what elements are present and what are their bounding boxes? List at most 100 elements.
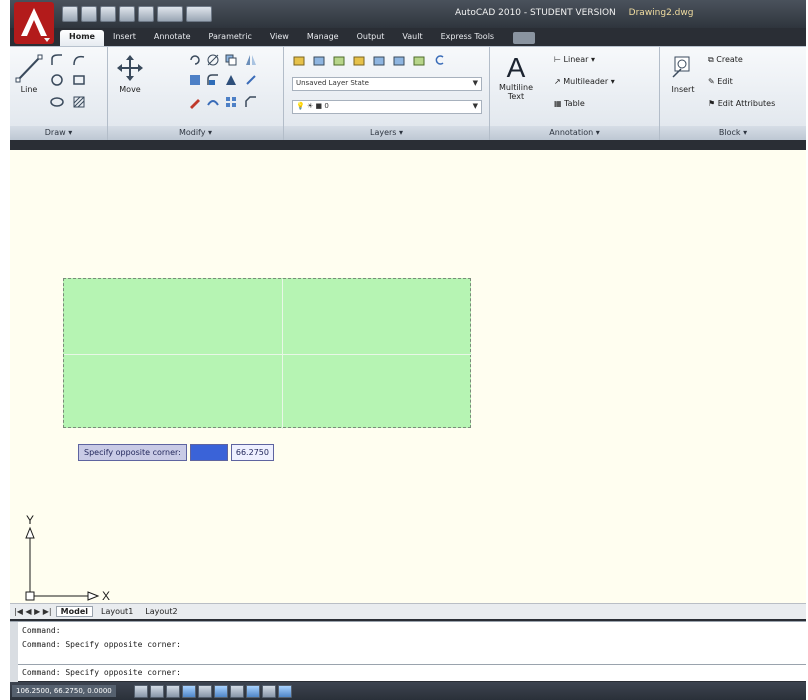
coordinate-display[interactable]: 106.2500, 66.2750, 0.0000 [12, 685, 116, 697]
selection-window [63, 278, 472, 429]
layer-walk-icon[interactable] [412, 53, 426, 67]
layer-properties-icon[interactable] [292, 53, 306, 67]
create-block-icon: ⧉ [708, 55, 714, 64]
undo-icon[interactable] [119, 6, 135, 22]
ribbon-separator [10, 140, 806, 150]
rectangle-icon[interactable] [72, 73, 86, 87]
layer-off-icon[interactable] [352, 53, 366, 67]
layers-panel-title[interactable]: Layers ▾ [284, 126, 489, 141]
current-layer-value: 0 [324, 102, 329, 110]
tab-layout2[interactable]: Layout2 [141, 607, 181, 616]
chamfer-icon[interactable] [244, 95, 258, 109]
layer-freeze-icon[interactable] [372, 53, 386, 67]
tab-insert[interactable]: Insert [104, 30, 145, 46]
dyn-icon[interactable] [245, 684, 260, 698]
snap-icon[interactable] [133, 684, 148, 698]
modify-panel-title[interactable]: Modify ▾ [108, 126, 283, 141]
drawing-area[interactable]: Specify opposite corner: 66.2750 Y X [10, 150, 806, 603]
document-name: Drawing2.dwg [628, 8, 694, 18]
array-icon[interactable] [224, 95, 238, 109]
explode-icon[interactable] [224, 73, 238, 87]
table-button[interactable]: ▦ Table [554, 99, 585, 108]
trim-icon[interactable] [206, 53, 220, 67]
block-panel-title[interactable]: Block ▾ [660, 126, 806, 141]
dynamic-input-x-field[interactable] [189, 444, 228, 461]
new-icon[interactable] [62, 6, 78, 22]
layer-previous-icon[interactable] [432, 53, 446, 67]
dynamic-input-prompt: Specify opposite corner: [78, 444, 187, 461]
hatch-icon[interactable] [72, 95, 86, 109]
multiline-text-button[interactable]: A Multiline Text [496, 51, 536, 101]
command-input[interactable]: Command: Specify opposite corner: [18, 664, 806, 680]
open-icon[interactable] [81, 6, 97, 22]
fillet-icon[interactable] [206, 73, 220, 87]
application-menu-button[interactable] [14, 2, 54, 44]
ucs-icon: Y X [25, 513, 110, 602]
line-tool-button[interactable]: Line [14, 53, 44, 94]
command-input-text: Command: Specify opposite corner: [22, 668, 181, 677]
edit-block-icon: ✎ [708, 77, 715, 86]
tab-vault[interactable]: Vault [393, 30, 431, 46]
color-swatch-icon: ■ [315, 102, 323, 110]
ducs-icon[interactable] [229, 684, 244, 698]
workspace-icon[interactable] [186, 6, 212, 22]
tab-annotate[interactable]: Annotate [145, 30, 200, 46]
command-line-grip[interactable] [10, 622, 18, 682]
tab-layout1[interactable]: Layout1 [97, 607, 137, 616]
polar-icon[interactable] [181, 684, 196, 698]
circle-icon[interactable] [50, 73, 64, 87]
current-layer-dropdown[interactable]: 💡 ☀ ■ 0 ▼ [292, 100, 482, 114]
tab-home[interactable]: Home [60, 30, 104, 46]
title-bar: AutoCAD 2010 - STUDENT VERSION Drawing2.… [10, 0, 806, 44]
otrack-icon[interactable] [213, 684, 228, 698]
erase-icon[interactable] [188, 95, 202, 109]
ortho-icon[interactable] [165, 684, 180, 698]
layers-panel: Unsaved Layer State ▼ 💡 ☀ ■ 0 ▼ Layers ▾ [284, 47, 490, 141]
dropdown-arrow-icon: ▼ [472, 79, 478, 87]
tab-express-tools[interactable]: Express Tools [432, 30, 504, 46]
tab-model[interactable]: Model [55, 606, 93, 617]
redo-icon[interactable] [138, 6, 154, 22]
tab-manage[interactable]: Manage [298, 30, 348, 46]
line-icon [15, 54, 43, 83]
move-tool-button[interactable]: Move [114, 53, 146, 94]
rotate-icon[interactable] [188, 53, 202, 67]
tab-output[interactable]: Output [348, 30, 394, 46]
lwt-icon[interactable] [261, 684, 276, 698]
save-icon[interactable] [100, 6, 116, 22]
linear-dimension-button[interactable]: ⊢ Linear ▾ [554, 55, 595, 64]
layer-match-icon[interactable] [332, 53, 346, 67]
insert-block-button[interactable]: Insert [666, 53, 700, 94]
layer-lock-icon[interactable] [392, 53, 406, 67]
annotation-panel: A Multiline Text ⊢ Linear ▾ ↗ Multileade… [490, 47, 660, 141]
scale-icon[interactable] [244, 73, 258, 87]
create-block-button[interactable]: ⧉ Create [708, 55, 743, 65]
move-label: Move [119, 85, 141, 94]
layer-isolate-icon[interactable] [312, 53, 326, 67]
ellipse-icon[interactable] [50, 95, 64, 109]
multileader-label: Multileader [563, 77, 609, 86]
tab-parametric[interactable]: Parametric [200, 30, 261, 46]
stretch-icon[interactable] [188, 73, 202, 87]
polyline-icon[interactable] [50, 53, 64, 67]
qp-icon[interactable] [277, 684, 292, 698]
osnap-icon[interactable] [197, 684, 212, 698]
create-label: Create [716, 55, 743, 64]
layout-nav-buttons[interactable]: |◀ ◀ ▶ ▶| [14, 607, 52, 616]
edit-block-button[interactable]: ✎ Edit [708, 77, 733, 86]
layer-state-dropdown[interactable]: Unsaved Layer State ▼ [292, 77, 482, 91]
grid-icon[interactable] [149, 684, 164, 698]
minimize-ribbon-button[interactable] [513, 32, 536, 44]
mirror-icon[interactable] [244, 53, 258, 67]
annotation-panel-title[interactable]: Annotation ▾ [490, 126, 659, 141]
plot-icon[interactable] [157, 6, 183, 22]
draw-panel-title[interactable]: Draw ▾ [10, 126, 107, 141]
arc-icon[interactable] [72, 53, 86, 67]
copy-icon[interactable] [224, 53, 238, 67]
dynamic-input-y-field[interactable]: 66.2750 [230, 444, 274, 461]
edit-attributes-button[interactable]: ⚑ Edit Attributes [708, 99, 775, 108]
multileader-button[interactable]: ↗ Multileader ▾ [554, 77, 615, 86]
command-history-line: Command: Specify opposite corner: [22, 640, 181, 649]
tab-view[interactable]: View [261, 30, 298, 46]
offset-icon[interactable] [206, 95, 220, 109]
